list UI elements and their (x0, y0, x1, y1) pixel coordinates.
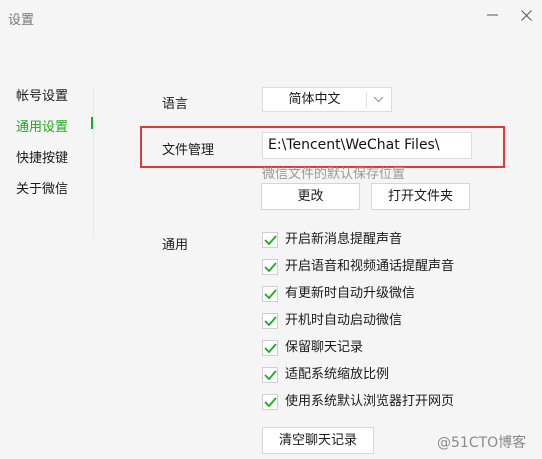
language-select-value: 简体中文 (288, 92, 341, 107)
check-icon (264, 343, 277, 353)
close-icon (521, 10, 532, 21)
clear-history-button[interactable]: 清空聊天记录 (262, 427, 374, 454)
sidebar-item-shortcuts[interactable]: 快捷按键 (16, 147, 68, 166)
sidebar-divider (93, 88, 94, 238)
checkbox[interactable] (262, 394, 278, 410)
settings-sidebar: 帐号设置 通用设置 快捷按键 关于微信 (0, 0, 100, 459)
checkbox[interactable] (262, 313, 278, 329)
check-icon (264, 370, 277, 380)
file-management-label: 文件管理 (162, 143, 215, 158)
language-select[interactable]: 简体中文 (262, 87, 392, 112)
check-icon (264, 235, 277, 245)
open-folder-button[interactable]: 打开文件夹 (371, 183, 470, 210)
checkbox[interactable] (262, 340, 278, 356)
check-icon (264, 289, 277, 299)
checkbox[interactable] (262, 232, 278, 248)
general-section-label: 通用 (162, 238, 189, 253)
minimize-button[interactable] (487, 12, 499, 18)
close-button[interactable] (521, 10, 532, 21)
check-icon (264, 397, 277, 407)
option-label: 适配系统缩放比例 (285, 367, 390, 382)
checkbox[interactable] (262, 367, 278, 383)
change-path-button[interactable]: 更改 (261, 183, 360, 210)
checkbox[interactable] (262, 286, 278, 302)
minimize-icon (487, 14, 498, 16)
file-path-field[interactable]: E:\Tencent\WeChat Files\ (262, 132, 472, 159)
select-divider (366, 91, 367, 108)
option-label: 开启新消息提醒声音 (285, 232, 403, 247)
file-path-hint: 微信文件的默认保存位置 (262, 167, 406, 182)
language-label: 语言 (162, 97, 189, 112)
option-label: 使用系统默认浏览器打开网页 (285, 394, 455, 409)
option-label: 开启语音和视频通话提醒声音 (285, 259, 455, 274)
chevron-down-icon (373, 96, 384, 103)
option-label: 有更新时自动升级微信 (285, 286, 416, 301)
watermark: @51CTO博客 (437, 435, 527, 451)
option-label: 开机时自动启动微信 (285, 313, 403, 328)
sidebar-item-account[interactable]: 帐号设置 (16, 85, 68, 104)
checkbox[interactable] (262, 259, 278, 275)
sidebar-item-general[interactable]: 通用设置 (16, 116, 68, 135)
sidebar-item-about[interactable]: 关于微信 (16, 178, 68, 197)
option-label: 保留聊天记录 (285, 340, 364, 355)
check-icon (264, 262, 277, 272)
check-icon (264, 316, 277, 326)
